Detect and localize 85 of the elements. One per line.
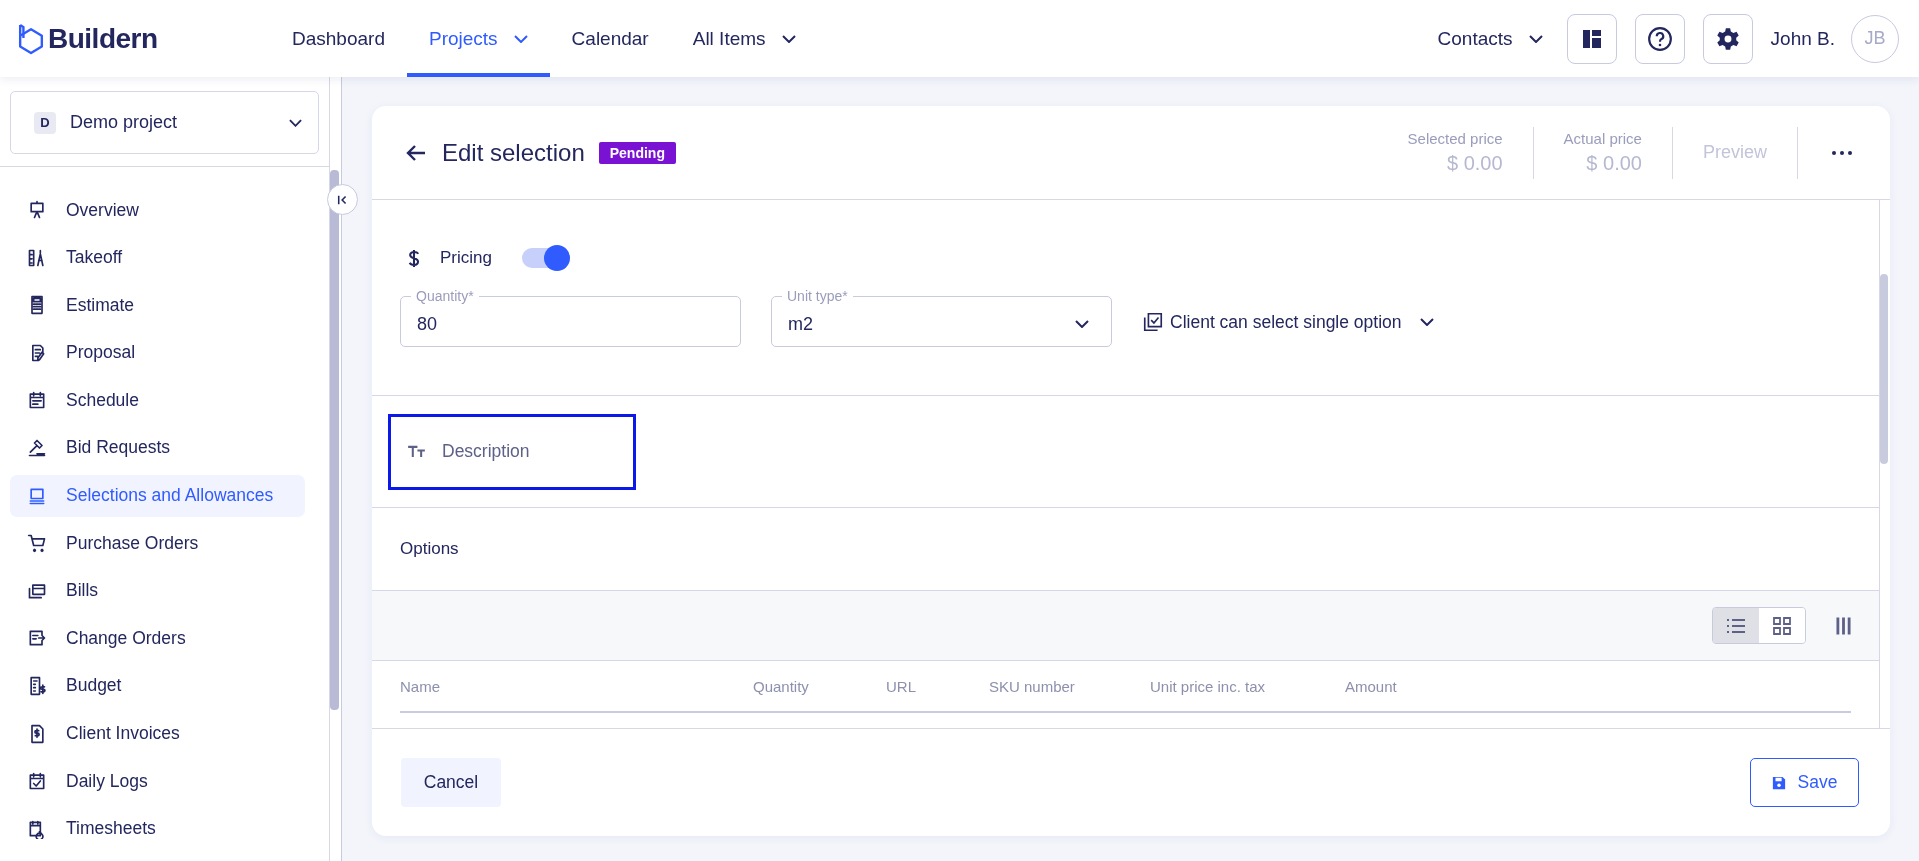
logo-icon — [18, 21, 44, 56]
sidebar-item[interactable]: Estimate — [10, 284, 305, 327]
sidebar-item[interactable]: Timesheets — [10, 807, 305, 850]
chevron-down-icon — [781, 34, 796, 43]
sidebar-item[interactable]: Proposal — [10, 331, 305, 374]
collapse-icon — [336, 193, 349, 206]
sidebar-item[interactable]: Change Orders — [10, 617, 305, 660]
unit-type-value: m2 — [788, 313, 814, 335]
collapse-sidebar-button[interactable] — [327, 184, 358, 215]
column-header: Unit price inc. tax — [1150, 677, 1266, 695]
gavel-icon — [27, 437, 47, 458]
calendar-icon — [27, 390, 47, 411]
save-icon — [1771, 775, 1786, 790]
chevron-down-icon — [1419, 318, 1434, 326]
pricing-toggle[interactable] — [521, 248, 568, 268]
dollar-icon — [408, 248, 420, 268]
checkbox-stack-icon — [1142, 311, 1164, 333]
sidebar-item[interactable]: Selections and Allowances — [10, 474, 305, 517]
column-header: Amount — [1345, 677, 1397, 695]
nav-tab[interactable]: Calendar — [549, 0, 671, 77]
document-arrow-icon — [27, 628, 47, 649]
columns-button[interactable] — [1836, 615, 1851, 636]
column-header: SKU number — [989, 677, 1075, 695]
cart-icon — [27, 533, 47, 554]
cancel-button[interactable]: Cancel — [401, 758, 501, 807]
help-button[interactable] — [1634, 13, 1685, 64]
page-title: Edit selection — [442, 138, 585, 167]
project-name: Demo project — [70, 112, 179, 133]
sidebar-item[interactable]: Purchase Orders — [10, 522, 305, 565]
price-label: Actual price — [1563, 130, 1642, 147]
sidebar-item[interactable]: Budget — [10, 664, 305, 707]
description-button[interactable]: Description — [388, 413, 636, 490]
list-view-button[interactable] — [1713, 608, 1759, 643]
layout-button[interactable] — [1566, 13, 1617, 64]
project-selector[interactable]: D Demo project — [10, 91, 319, 154]
nav-tab[interactable]: Dashboard — [270, 0, 407, 77]
sidebar-item[interactable]: Client Invoices — [10, 712, 305, 755]
status-badge: Pending — [598, 141, 676, 164]
column-header: Quantity — [753, 677, 809, 695]
scrollbar-thumb[interactable] — [1880, 274, 1888, 464]
columns-icon — [1836, 615, 1851, 636]
grid-icon — [1773, 616, 1791, 635]
chevron-down-icon — [1528, 34, 1543, 43]
pricing-label: Pricing — [440, 248, 492, 268]
selection-mode-dropdown[interactable]: Client can select single option — [1142, 297, 1434, 347]
project-badge: D — [34, 111, 56, 134]
list-icon — [1726, 617, 1746, 634]
contacts-menu[interactable]: Contacts — [1437, 27, 1543, 50]
sidebar-item[interactable]: Daily Logs — [10, 760, 305, 803]
logo-text[interactable]: Buildern — [48, 22, 158, 55]
options-title: Options — [400, 539, 459, 559]
column-header: URL — [886, 677, 916, 695]
chevron-down-icon — [513, 34, 528, 43]
field-label: Quantity* — [415, 288, 475, 304]
quantity-value: 80 — [417, 313, 439, 335]
price-value: $ 0.00 — [1447, 152, 1503, 175]
sidebar-item[interactable]: Takeoff — [10, 236, 305, 279]
sidebar-item[interactable]: Bid Requests — [10, 426, 305, 469]
drafting-tools-icon — [27, 247, 47, 268]
scrollbar-thumb[interactable] — [330, 170, 339, 710]
save-button[interactable]: Save — [1750, 758, 1859, 807]
more-icon — [1832, 150, 1852, 155]
sidebar-item[interactable]: Overview — [10, 189, 305, 231]
settings-icon — [1714, 25, 1741, 52]
unit-type-dropdown[interactable]: Unit type* m2 — [771, 288, 1112, 347]
easel-icon — [27, 200, 47, 220]
text-size-icon — [407, 445, 426, 458]
calculator-dollar-icon — [27, 675, 47, 696]
chevron-down-icon — [289, 118, 302, 127]
field-label: Unit type* — [786, 288, 849, 304]
grid-view-button[interactable] — [1759, 608, 1805, 643]
quantity-field[interactable]: Quantity* 80 — [400, 288, 741, 347]
nav-tab[interactable]: Projects — [406, 0, 550, 77]
price-value: $ 0.00 — [1586, 152, 1642, 175]
chevron-down-icon — [1075, 320, 1089, 328]
price-label: Selected price — [1407, 130, 1503, 147]
nav-tab[interactable]: All Items — [670, 0, 818, 77]
calendar-clock-icon — [27, 818, 47, 839]
help-icon — [1646, 25, 1673, 52]
sidebar-item[interactable]: Schedule — [10, 379, 305, 422]
calendar-check-icon — [27, 771, 47, 792]
settings-button[interactable] — [1702, 13, 1753, 64]
sidebar-item[interactable]: Bills — [10, 569, 305, 612]
column-header: Name — [400, 677, 440, 695]
user-name: John B. — [1770, 27, 1835, 50]
